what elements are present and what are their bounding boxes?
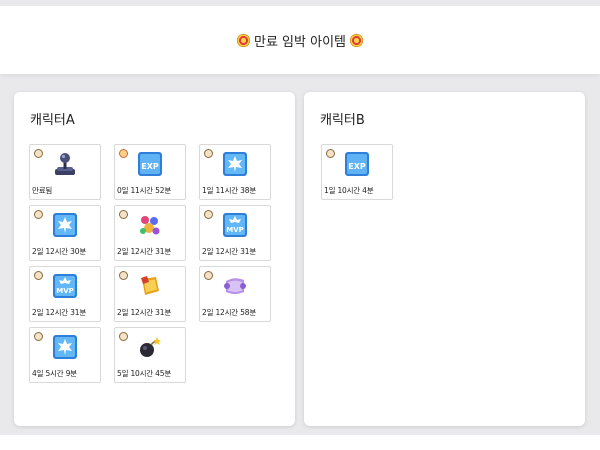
mvp-coupon-icon: MVP: [221, 211, 249, 239]
item-card[interactable]: 만료됨: [29, 144, 101, 200]
item-card[interactable]: 5일 10시간 45분: [114, 327, 186, 383]
svg-text:MVP: MVP: [56, 287, 74, 295]
item-expiry-text: 2일 12시간 58분: [202, 308, 257, 317]
item-card[interactable]: 2일 12시간 58분: [199, 266, 271, 322]
item-card[interactable]: EXP 1일 10시간 4분: [321, 144, 393, 200]
item-card[interactable]: 2일 12시간 30분: [29, 205, 101, 261]
maple-leaf-coupon-icon: [221, 150, 249, 178]
item-expiry-text: 1일 11시간 38분: [202, 186, 257, 195]
character-panel-b: 캐릭터B EXP 1일 10시간 4분: [304, 92, 585, 426]
star-bomb-icon: [136, 333, 164, 361]
maple-leaf-coupon-icon: [51, 333, 79, 361]
svg-text:EXP: EXP: [141, 162, 159, 171]
svg-text:EXP: EXP: [348, 162, 366, 171]
clock-icon: [34, 210, 43, 219]
item-card[interactable]: 2일 12시간 31분: [114, 266, 186, 322]
item-expiry-text: 2일 12시간 31분: [202, 247, 257, 256]
item-expiry-text: 5일 10시간 45분: [117, 369, 172, 378]
item-expiry-text: 2일 12시간 30분: [32, 247, 87, 256]
item-card[interactable]: MVP 2일 12시간 31분: [29, 266, 101, 322]
item-card[interactable]: 4일 5시간 9분: [29, 327, 101, 383]
item-expiry-text: 1일 10시간 4분: [324, 186, 374, 195]
item-expiry-text: 0일 11시간 52분: [117, 186, 172, 195]
clock-icon: [119, 332, 128, 341]
clock-icon: [34, 149, 43, 158]
clock-icon: [326, 149, 335, 158]
medal-icon: [350, 33, 363, 47]
item-expiry-text: 4일 5시간 9분: [32, 369, 77, 378]
exp-coupon-icon: EXP: [343, 150, 371, 178]
exp-coupon-icon: EXP: [136, 150, 164, 178]
item-card[interactable]: MVP 2일 12시간 31분: [199, 205, 271, 261]
item-card[interactable]: 1일 11시간 38분: [199, 144, 271, 200]
page-title-text: 만료 임박 아이템: [254, 34, 346, 50]
clock-icon: [119, 149, 128, 158]
maple-leaf-coupon-icon: [51, 211, 79, 239]
medal-icon: [237, 33, 250, 47]
gold-pouch-icon: [136, 272, 164, 300]
clock-icon: [204, 210, 213, 219]
item-grid: 만료됨 EXP 0일 11시간 52분 1일 11시간 38분 2일 12시간 …: [29, 144, 271, 383]
mvp-coupon-icon: MVP: [51, 272, 79, 300]
item-expiry-text: 만료됨: [32, 186, 53, 195]
clock-icon: [34, 332, 43, 341]
clock-icon: [119, 210, 128, 219]
clock-icon: [204, 149, 213, 158]
page-title: 만료 임박 아이템: [237, 31, 363, 50]
item-expiry-text: 2일 12시간 31분: [117, 308, 172, 317]
svg-text:MVP: MVP: [226, 226, 244, 234]
item-card[interactable]: EXP 0일 11시간 52분: [114, 144, 186, 200]
clock-icon: [119, 271, 128, 280]
page-header: 만료 임박 아이템: [0, 6, 600, 74]
item-expiry-text: 2일 12시간 31분: [117, 247, 172, 256]
item-card[interactable]: 2일 12시간 31분: [114, 205, 186, 261]
page-footer: [0, 435, 600, 450]
item-expiry-text: 2일 12시간 31분: [32, 308, 87, 317]
character-panel-a: 캐릭터A 만료됨 EXP 0일 11시간 52분 1일 11시간 38분 2일 …: [14, 92, 295, 426]
clock-icon: [204, 271, 213, 280]
item-grid: EXP 1일 10시간 4분: [321, 144, 563, 200]
character-name: 캐릭터B: [320, 113, 365, 128]
character-name: 캐릭터A: [30, 113, 75, 128]
scroll-icon: [221, 272, 249, 300]
joystick-icon: [51, 150, 79, 178]
potion-bundle-icon: [136, 211, 164, 239]
clock-icon: [34, 271, 43, 280]
